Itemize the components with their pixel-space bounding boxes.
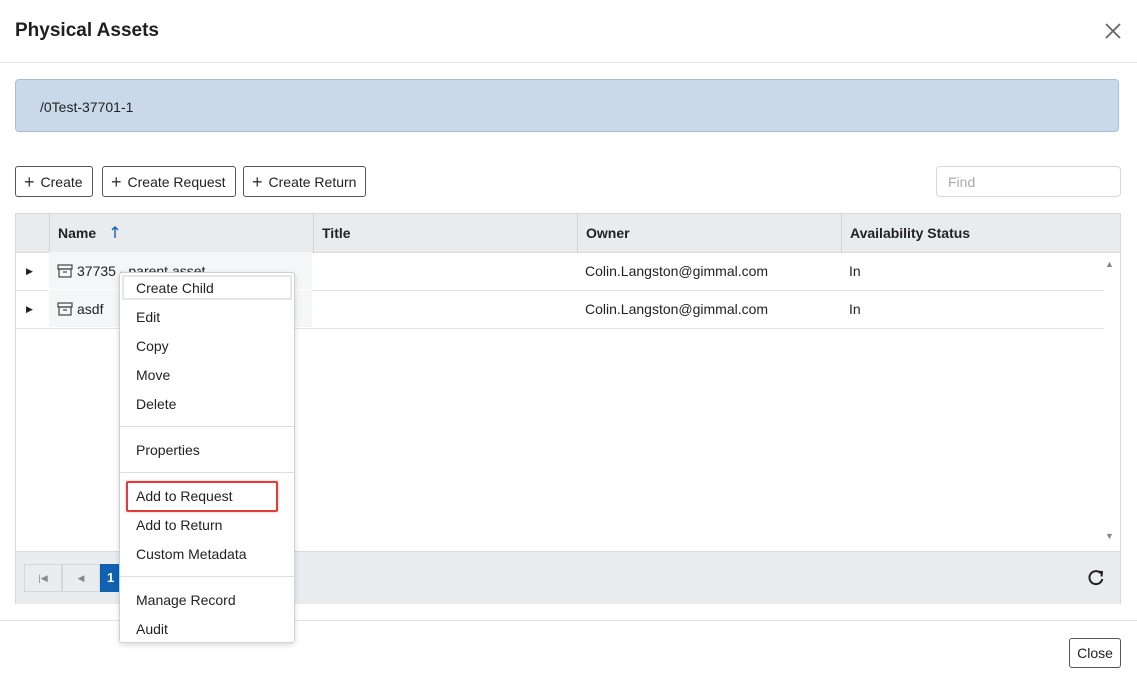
dialog-title: Physical Assets: [15, 20, 159, 41]
highlight-box: [126, 481, 278, 512]
menu-item-create-child[interactable]: Create Child: [136, 280, 214, 296]
first-page-icon[interactable]: |◀: [24, 564, 62, 592]
create-button[interactable]: + Create: [15, 166, 93, 197]
header-divider: [0, 62, 1137, 63]
column-header-owner[interactable]: Owner: [577, 214, 841, 252]
menu-item-properties[interactable]: Properties: [136, 442, 200, 458]
plus-icon: +: [24, 171, 35, 192]
menu-item-edit[interactable]: Edit: [136, 309, 160, 325]
path-breadcrumb: /0Test-37701-1: [15, 79, 1119, 132]
find-input[interactable]: [936, 166, 1121, 197]
column-header-name[interactable]: Name: [49, 214, 313, 252]
create-request-label: Create Request: [127, 173, 226, 190]
create-return-label: Create Return: [268, 173, 357, 190]
previous-page-icon[interactable]: ◀: [62, 564, 100, 592]
menu-item-move[interactable]: Move: [136, 367, 170, 383]
create-return-button[interactable]: + Create Return: [243, 166, 367, 197]
menu-item-delete[interactable]: Delete: [136, 396, 176, 412]
expand-icon[interactable]: ▶: [26, 290, 33, 328]
close-button[interactable]: Close: [1069, 638, 1121, 668]
plus-icon: +: [252, 171, 263, 192]
menu-item-add-to-return[interactable]: Add to Return: [136, 517, 222, 533]
menu-item-audit[interactable]: Audit: [136, 621, 168, 637]
menu-item-manage-record[interactable]: Manage Record: [136, 592, 236, 608]
column-header-title[interactable]: Title: [313, 214, 577, 252]
scroll-up-icon[interactable]: ▲: [1105, 259, 1114, 269]
grid-header: Name Title Owner Availability Status: [16, 214, 1120, 253]
asset-status: In: [849, 263, 861, 279]
expand-icon[interactable]: ▶: [26, 252, 33, 290]
scroll-down-icon[interactable]: ▼: [1105, 531, 1114, 541]
context-menu: Create Child Edit Copy Move Delete Prope…: [119, 272, 295, 643]
column-header-label: Name: [58, 225, 97, 241]
asset-owner: Colin.Langston@gimmal.com: [585, 263, 769, 279]
plus-icon: +: [111, 171, 122, 192]
asset-owner: Colin.Langston@gimmal.com: [585, 301, 769, 317]
menu-separator: [120, 472, 294, 473]
asset-status: In: [849, 301, 861, 317]
column-header-availability[interactable]: Availability Status: [841, 214, 1120, 252]
close-icon[interactable]: [1100, 16, 1128, 46]
archive-box-icon: [57, 264, 73, 281]
create-request-button[interactable]: + Create Request: [102, 166, 236, 197]
menu-separator: [120, 426, 294, 427]
menu-separator: [120, 576, 294, 577]
archive-box-icon: [57, 302, 73, 319]
create-label: Create: [40, 173, 83, 190]
path-text: /0Test-37701-1: [40, 99, 134, 115]
asset-name: asdf: [77, 301, 104, 317]
menu-item-custom-metadata[interactable]: Custom Metadata: [136, 546, 247, 562]
refresh-icon[interactable]: [1086, 568, 1106, 588]
menu-item-copy[interactable]: Copy: [136, 338, 169, 354]
